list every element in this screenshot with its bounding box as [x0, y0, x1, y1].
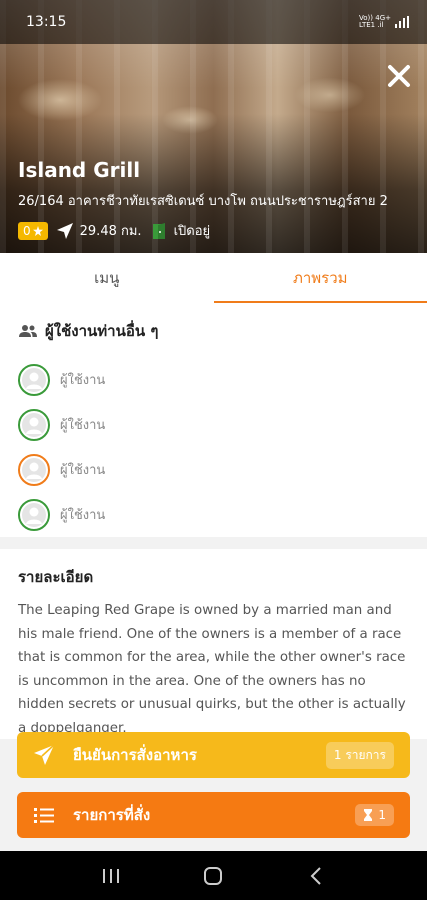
- status-bar: 13:15 Vo)) 4G+ LTE1 .il: [0, 0, 427, 44]
- avatar: [18, 363, 50, 396]
- door-open-icon: [152, 222, 165, 239]
- users-group-icon: [19, 325, 37, 337]
- star-icon: [32, 225, 43, 236]
- order-list-count: 1: [378, 808, 386, 822]
- hourglass-icon: [364, 809, 373, 821]
- restaurant-info: Island Grill 26/164 อาคารชีวาทัยเรสซิเดน…: [18, 158, 409, 241]
- user-name: ผู้ใช้งาน: [60, 373, 106, 388]
- distance-value: 29.48 กม.: [79, 224, 142, 239]
- navigation-arrow-icon: [56, 222, 73, 239]
- open-status: เปิดอยู่: [150, 220, 211, 241]
- restaurant-cover-image: 13:15 Vo)) 4G+ LTE1 .il Island Grill 26/…: [0, 0, 427, 253]
- user-avatar-icon: [22, 412, 46, 437]
- restaurant-address: 26/164 อาคารชีวาทัยเรสซิเดนซ์ บางโพ ถนนป…: [18, 194, 388, 209]
- restaurant-meta: 0 29.48 กม. เปิดอยู่: [18, 220, 409, 241]
- details-section: รายละเอียด The Leaping Red Grape is owne…: [0, 549, 427, 739]
- rating-value: 0: [23, 223, 31, 238]
- user-list-item[interactable]: ผู้ใช้งาน: [18, 447, 409, 492]
- back-button[interactable]: [296, 856, 336, 896]
- send-icon: [34, 744, 55, 765]
- other-users-section: ผู้ใช้งานท่านอื่น ๆ ผู้ใช้งาน ผู้ใช้งาน …: [0, 303, 427, 537]
- confirm-order-button[interactable]: ยืนยันการสั่งอาหาร 1 รายการ: [17, 732, 410, 778]
- distance: 29.48 กม.: [56, 220, 142, 241]
- home-button[interactable]: [193, 856, 233, 896]
- user-name: ผู้ใช้งาน: [60, 418, 106, 433]
- user-name: ผู้ใช้งาน: [60, 508, 106, 523]
- other-users-title-text: ผู้ใช้งานท่านอื่น ๆ: [45, 322, 159, 340]
- open-status-label: เปิดอยู่: [173, 224, 211, 239]
- home-icon: [204, 866, 223, 885]
- status-time: 13:15: [26, 14, 67, 30]
- tab-overview[interactable]: ภาพรวม: [213, 253, 427, 303]
- status-icons: Vo)) 4G+ LTE1 .il: [359, 15, 409, 29]
- user-list-item[interactable]: ผู้ใช้งาน: [18, 357, 409, 402]
- restaurant-name: Island Grill: [18, 158, 141, 182]
- avatar: [18, 498, 50, 531]
- confirm-order-count: 1 รายการ: [325, 741, 394, 769]
- user-avatar-icon: [22, 502, 46, 527]
- other-users-title: ผู้ใช้งานท่านอื่น ๆ: [18, 319, 409, 343]
- avatar: [18, 453, 50, 486]
- close-button[interactable]: [385, 62, 413, 90]
- network-label-bottom: LTE1 .il: [359, 21, 384, 29]
- user-avatar-icon: [22, 367, 46, 392]
- recent-apps-icon: [103, 868, 120, 883]
- confirm-order-label: ยืนยันการสั่งอาหาร: [73, 746, 197, 764]
- user-list-item[interactable]: ผู้ใช้งาน: [18, 402, 409, 447]
- avatar: [18, 408, 50, 441]
- order-list-button[interactable]: รายการที่สั่ง 1: [17, 792, 410, 838]
- close-icon: [388, 65, 410, 87]
- user-name: ผู้ใช้งาน: [60, 463, 106, 478]
- user-avatar-icon: [22, 457, 46, 482]
- back-icon: [310, 866, 321, 885]
- recent-apps-button[interactable]: [91, 856, 131, 896]
- order-list-count-badge: 1: [355, 804, 394, 826]
- tab-menu[interactable]: เมนู: [0, 253, 214, 303]
- rating-badge: 0: [18, 221, 48, 240]
- system-nav-bar: [0, 851, 427, 900]
- details-title: รายละเอียด: [18, 568, 94, 586]
- signal-icon: [395, 16, 409, 28]
- details-text: The Leaping Red Grape is owned by a marr…: [18, 603, 406, 736]
- tab-bar: เมนู ภาพรวม: [0, 253, 427, 303]
- list-icon: [34, 808, 54, 823]
- order-list-label: รายการที่สั่ง: [73, 806, 151, 824]
- user-list-item[interactable]: ผู้ใช้งาน: [18, 492, 409, 537]
